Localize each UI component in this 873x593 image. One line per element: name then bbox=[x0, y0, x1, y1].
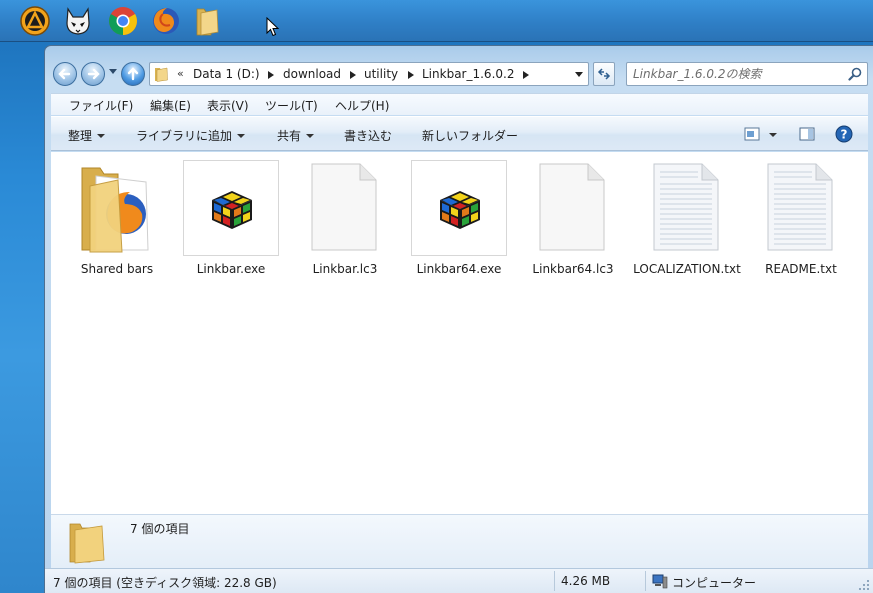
menu-edit[interactable]: 編集(E) bbox=[150, 97, 191, 114]
menu-help[interactable]: ヘルプ(H) bbox=[335, 97, 389, 114]
file-item-shared-bars[interactable]: Shared bars bbox=[67, 158, 167, 298]
caret-down-icon bbox=[97, 134, 106, 138]
foobar-icon[interactable] bbox=[62, 5, 94, 37]
blank-document-icon bbox=[311, 163, 377, 251]
file-item-localization-txt[interactable]: LOCALIZATION.txt bbox=[633, 158, 741, 298]
include-library-label: ライブラリに追加 bbox=[136, 129, 233, 143]
thumbnail bbox=[69, 160, 165, 256]
aimp-icon[interactable] bbox=[19, 5, 51, 37]
menu-view[interactable]: 表示(V) bbox=[207, 97, 249, 114]
mouse-cursor-icon bbox=[266, 17, 280, 37]
svg-text:?: ? bbox=[841, 128, 848, 142]
status-separator bbox=[645, 571, 646, 591]
up-button[interactable] bbox=[121, 62, 145, 86]
file-item-linkbar-exe[interactable]: Linkbar.exe bbox=[181, 158, 281, 298]
address-bar[interactable]: « Data 1 (D:) download utility Linkbar_1… bbox=[149, 62, 589, 86]
search-icon[interactable] bbox=[848, 67, 862, 81]
view-dropdown-icon[interactable] bbox=[769, 133, 777, 137]
folder-icon bbox=[69, 523, 105, 564]
file-item-linkbar-lc3[interactable]: Linkbar.lc3 bbox=[295, 158, 395, 298]
file-item-linkbar64-lc3[interactable]: Linkbar64.lc3 bbox=[523, 158, 623, 298]
file-list: Shared bars Linkbar.exe Linkbar.lc3 Link… bbox=[51, 152, 862, 559]
recent-pages-dropdown-icon[interactable] bbox=[109, 69, 117, 75]
menu-file[interactable]: ファイル(F) bbox=[69, 97, 133, 114]
thumbnail bbox=[639, 160, 735, 256]
refresh-button[interactable] bbox=[593, 62, 615, 86]
file-item-readme-txt[interactable]: README.txt bbox=[751, 158, 851, 298]
organize-label: 整理 bbox=[68, 129, 93, 143]
file-item-linkbar64-exe[interactable]: Linkbar64.exe bbox=[409, 158, 509, 298]
details-pane: 7 個の項目 bbox=[51, 514, 868, 568]
search-box bbox=[626, 62, 868, 86]
share-button[interactable]: 共有 bbox=[277, 127, 315, 144]
status-separator bbox=[554, 571, 555, 591]
menu-tools[interactable]: ツール(T) bbox=[265, 97, 318, 114]
blank-document-icon bbox=[539, 163, 605, 251]
forward-button[interactable] bbox=[81, 62, 105, 86]
arrow-left-icon bbox=[58, 68, 71, 80]
address-history-dropdown-icon[interactable] bbox=[575, 72, 583, 78]
thumbnail bbox=[411, 160, 507, 256]
menu-bar: ファイル(F) 編集(E) 表示(V) ツール(T) ヘルプ(H) bbox=[51, 93, 868, 115]
share-label: 共有 bbox=[277, 129, 302, 143]
file-name: Linkbar.exe bbox=[196, 262, 266, 276]
preview-pane-icon[interactable] bbox=[799, 126, 815, 142]
burn-button[interactable]: 書き込む bbox=[344, 127, 392, 144]
resize-grip-icon[interactable] bbox=[858, 579, 870, 591]
chevron-right-icon[interactable] bbox=[268, 71, 274, 79]
command-bar: 整理 ライブラリに追加 共有 書き込む 新しいフォルダー ? bbox=[51, 116, 868, 151]
explorer-window: « Data 1 (D:) download utility Linkbar_1… bbox=[44, 45, 873, 593]
breadcrumb-drive[interactable]: Data 1 (D:) bbox=[193, 67, 260, 81]
status-location: コンピューター bbox=[672, 576, 757, 590]
caret-down-icon bbox=[306, 134, 315, 138]
include-library-button[interactable]: ライブラリに追加 bbox=[136, 127, 246, 144]
file-name: LOCALIZATION.txt bbox=[633, 262, 741, 276]
arrow-right-icon bbox=[87, 68, 100, 80]
chevron-right-icon[interactable] bbox=[523, 71, 529, 79]
breadcrumb-linkbar[interactable]: Linkbar_1.6.0.2 bbox=[422, 67, 514, 81]
thumbnail bbox=[297, 160, 393, 256]
folder-icon bbox=[155, 67, 168, 82]
file-name: Linkbar64.exe bbox=[416, 262, 502, 276]
status-free-space: 7 個の項目 (空きディスク領域: 22.8 GB) bbox=[53, 576, 277, 590]
thumbnail bbox=[753, 160, 849, 256]
back-button[interactable] bbox=[53, 62, 77, 86]
thumbnail bbox=[183, 160, 279, 256]
file-name: Shared bars bbox=[80, 262, 154, 276]
chrome-icon[interactable] bbox=[107, 5, 139, 37]
status-bar: 7 個の項目 (空きディスク領域: 22.8 GB) 4.26 MB コンピュー… bbox=[45, 568, 873, 593]
file-name: Linkbar64.lc3 bbox=[532, 262, 614, 276]
file-name: Linkbar.lc3 bbox=[312, 262, 378, 276]
breadcrumb-download[interactable]: download bbox=[283, 67, 341, 81]
caret-down-icon bbox=[237, 134, 246, 138]
item-count: 7 個の項目 bbox=[130, 522, 190, 536]
folder-icon bbox=[81, 167, 149, 253]
breadcrumb-utility[interactable]: utility bbox=[364, 67, 398, 81]
navigation-bar: « Data 1 (D:) download utility Linkbar_1… bbox=[51, 59, 869, 89]
scroll-gutter bbox=[862, 152, 868, 559]
status-total-size: 4.26 MB bbox=[561, 574, 611, 588]
search-input[interactable] bbox=[633, 66, 843, 82]
firefox-icon[interactable] bbox=[150, 5, 182, 37]
text-document-icon bbox=[767, 163, 833, 251]
text-document-icon bbox=[653, 163, 719, 251]
folder-icon[interactable] bbox=[193, 5, 225, 37]
chevron-right-icon[interactable] bbox=[350, 71, 356, 79]
thumbnail bbox=[525, 160, 621, 256]
arrow-up-icon bbox=[127, 67, 139, 81]
rubiks-cube-icon bbox=[440, 191, 480, 229]
chevron-right-icon[interactable] bbox=[408, 71, 414, 79]
breadcrumb-overflow[interactable]: « bbox=[177, 67, 184, 80]
new-folder-button[interactable]: 新しいフォルダー bbox=[422, 127, 518, 144]
organize-button[interactable]: 整理 bbox=[68, 127, 106, 144]
help-icon[interactable]: ? bbox=[835, 125, 853, 143]
view-options-icon[interactable] bbox=[744, 127, 760, 141]
rubiks-cube-icon bbox=[212, 191, 252, 229]
taskbar bbox=[0, 0, 873, 42]
refresh-icon bbox=[597, 68, 611, 80]
file-name: README.txt bbox=[765, 262, 837, 276]
computer-icon bbox=[652, 574, 668, 589]
